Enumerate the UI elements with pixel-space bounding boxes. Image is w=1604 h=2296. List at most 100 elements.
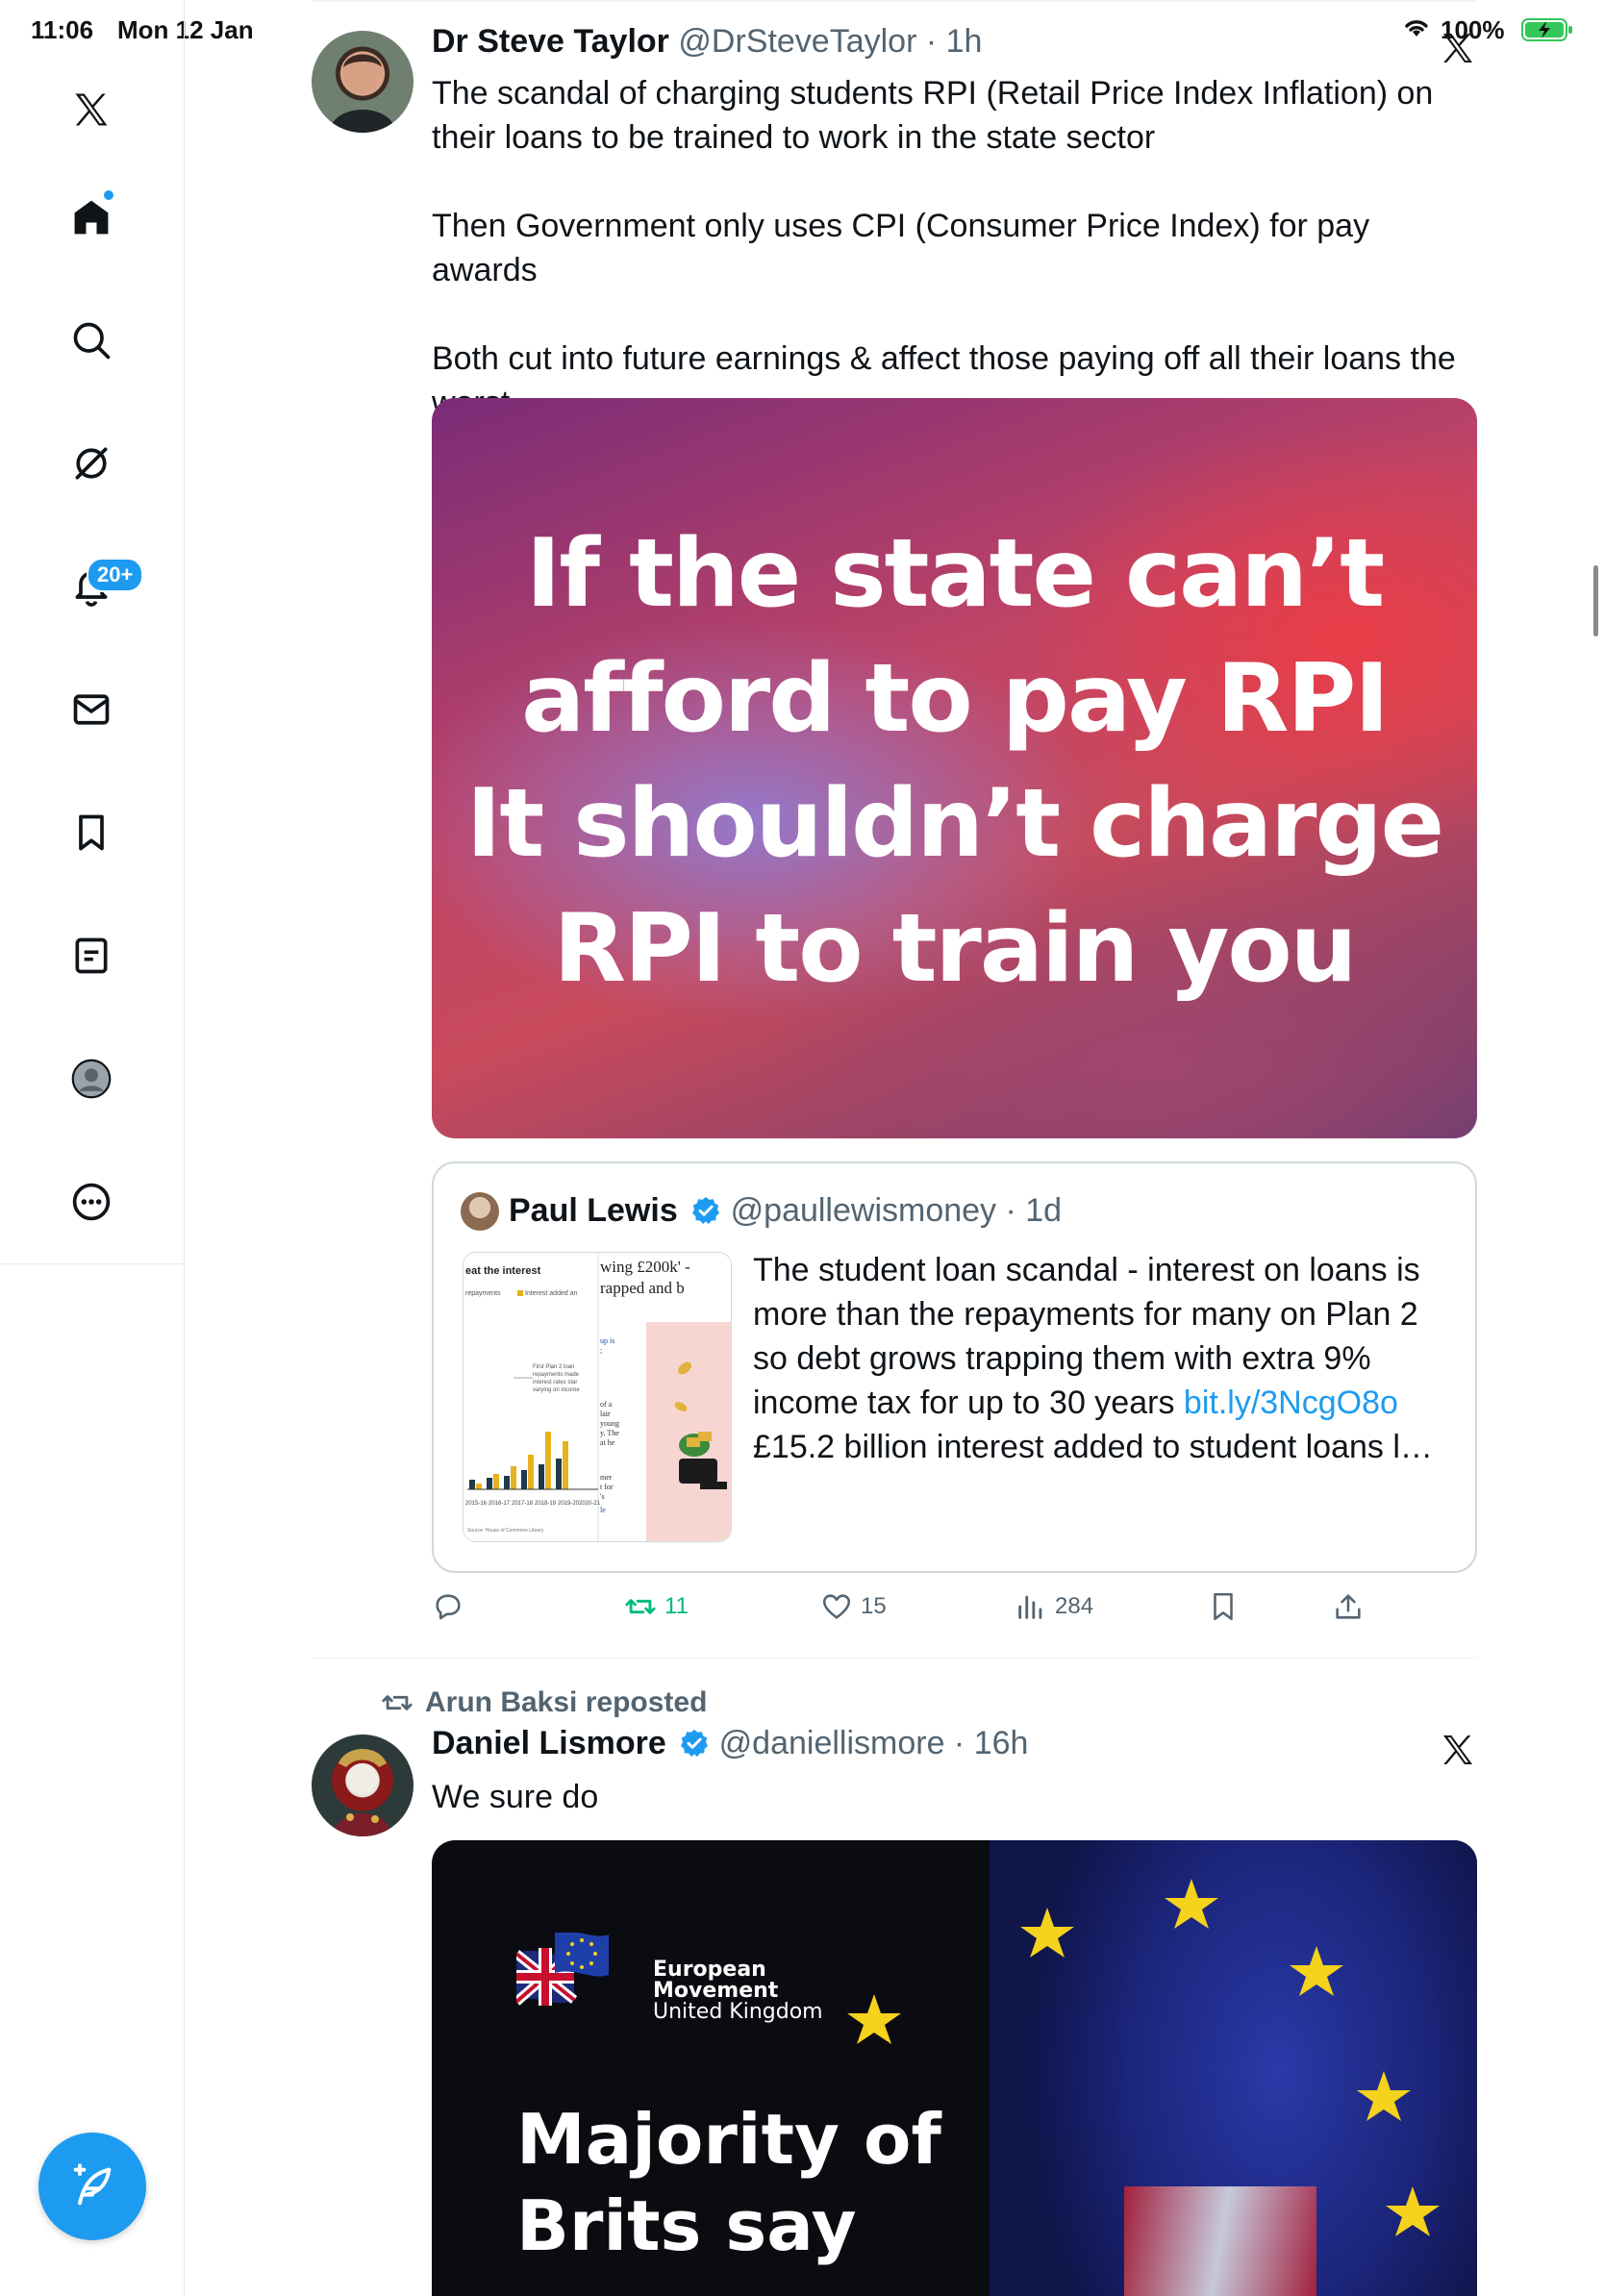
verified-badge-icon xyxy=(681,1730,709,1757)
headline-line: Brits say xyxy=(516,2185,857,2266)
quoted-text-part: £15.2 billion interest added to student … xyxy=(753,1429,1433,1465)
quoted-text: The student loan scandal - interest on l… xyxy=(753,1248,1455,1469)
bookmark-icon xyxy=(1214,1592,1233,1621)
views-icon xyxy=(1018,1595,1042,1619)
thumb-note-line: interest rates star xyxy=(533,1380,577,1385)
thumb-year-label: 2016-17 xyxy=(489,1501,511,1507)
quoted-author-name: Paul Lewis xyxy=(509,1192,678,1229)
thumb-side-text: of a xyxy=(600,1400,613,1409)
caption-line: It shouldn’t charge xyxy=(465,769,1444,879)
thumb-side-text: lair xyxy=(600,1410,611,1418)
like-count: 15 xyxy=(861,1593,887,1619)
repost-label: Arun Baksi reposted xyxy=(425,1686,708,1718)
thumb-source: Source: House of Commons Library xyxy=(467,1528,544,1534)
messages-icon[interactable] xyxy=(61,679,122,740)
image-headline: Majority of Brits say xyxy=(516,2096,1016,2269)
lists-icon[interactable] xyxy=(61,925,122,986)
repost-indicator[interactable]: Arun Baksi reposted xyxy=(381,1686,707,1719)
reply-button[interactable] xyxy=(432,1590,472,1623)
sidebar-divider xyxy=(0,1263,185,1264)
quoted-author-handle-time: @paullewismoney · 1d xyxy=(730,1192,1063,1229)
headline-line: Majority of xyxy=(516,2099,941,2180)
battery-charging-icon xyxy=(1521,18,1572,41)
tweet-header: Dr Steve Taylor @DrSteveTaylor · 1h xyxy=(432,23,982,61)
thumb-year-label: 2019-20 xyxy=(558,1501,580,1507)
european-movement-logo-icon xyxy=(516,1933,609,2006)
org-line: Movement xyxy=(653,1979,779,2003)
thumb-side-text: at he xyxy=(600,1438,615,1447)
image-caption: If the state can’t afford to pay RPI It … xyxy=(432,512,1477,1011)
thumb-year-label: 2017-18 xyxy=(512,1501,534,1507)
profile-icon[interactable] xyxy=(61,1048,122,1110)
thumb-legend-a: repayments xyxy=(465,1290,501,1297)
grok-icon[interactable] xyxy=(61,433,122,494)
thumb-note-line: varying on income xyxy=(533,1387,580,1393)
author-name[interactable]: Dr Steve Taylor xyxy=(432,23,669,60)
tweet-text: We sure do xyxy=(432,1779,599,1815)
retweet-button[interactable]: 11 xyxy=(624,1590,689,1623)
verified-badge-icon xyxy=(692,1197,720,1224)
feed-top-border xyxy=(312,0,1477,2)
tweet-paragraph: The scandal of charging students RPI (Re… xyxy=(432,75,1434,156)
scrollbar[interactable] xyxy=(1593,565,1598,636)
org-line: European xyxy=(653,1958,766,1982)
thumb-chart-title: eat the interest xyxy=(465,1265,541,1277)
compose-button[interactable] xyxy=(38,2133,146,2240)
retweet-icon xyxy=(625,1599,656,1614)
org-line: United Kingdom xyxy=(653,2000,823,2024)
tweet-actions: 11 15 284 xyxy=(432,1590,1477,1633)
views-button[interactable]: 284 xyxy=(1015,1590,1093,1623)
views-count: 284 xyxy=(1055,1593,1094,1619)
author-handle-time[interactable]: @DrSteveTaylor · 1h xyxy=(678,23,982,60)
home-new-dot xyxy=(102,188,115,202)
like-button[interactable]: 15 xyxy=(820,1590,887,1623)
thumb-side-text: 's xyxy=(600,1492,605,1501)
wifi-icon xyxy=(1405,20,1428,37)
bookmarks-icon[interactable] xyxy=(61,802,122,863)
thumb-side-text: y. The xyxy=(600,1429,619,1437)
reply-icon xyxy=(436,1594,461,1620)
thumb-side-text: up is xyxy=(600,1336,614,1345)
author-name[interactable]: Daniel Lismore xyxy=(432,1725,666,1761)
thumb-year-label: 2018-19 xyxy=(535,1501,557,1507)
tweet-separator xyxy=(312,1658,1477,1659)
share-button[interactable] xyxy=(1332,1590,1372,1623)
caption-line: RPI to train you xyxy=(553,894,1358,1004)
thumb-headline-line: wing £200k' - xyxy=(600,1258,690,1276)
compose-icon xyxy=(73,2163,112,2206)
thumb-side-text: t for xyxy=(600,1483,614,1491)
quoted-thumbnail[interactable]: eat the interest repayments Interest add… xyxy=(463,1252,732,1542)
thumb-side-text: ; xyxy=(600,1346,602,1355)
thumb-year-label: 2015-16 xyxy=(465,1501,488,1507)
quoted-link[interactable]: bit.ly/3NcgO8o xyxy=(1184,1385,1398,1421)
heart-icon xyxy=(822,1594,851,1619)
quoted-tweet[interactable]: Paul Lewis @paullewismoney · 1d eat the … xyxy=(432,1161,1477,1573)
share-icon xyxy=(1336,1594,1361,1619)
quoted-header: Paul Lewis @paullewismoney · 1d xyxy=(509,1192,1062,1230)
thumb-legend-b: Interest added an xyxy=(525,1290,578,1297)
tweet-paragraph: Then Government only uses CPI (Consumer … xyxy=(432,208,1370,288)
bookmark-button[interactable] xyxy=(1207,1590,1247,1623)
organisation-name: European Movement United Kingdom xyxy=(653,1959,823,2023)
x-logo-icon xyxy=(1443,34,1472,62)
sidebar: 20+ xyxy=(0,0,185,2296)
notifications-badge: 20+ xyxy=(87,558,144,592)
tweet-image[interactable]: European Movement United Kingdom Majorit… xyxy=(432,1840,1477,2296)
x-logo-icon[interactable] xyxy=(61,79,122,140)
more-icon[interactable] xyxy=(61,1171,122,1233)
retweet-count: 11 xyxy=(664,1593,689,1619)
thumb-side-text: le xyxy=(600,1506,606,1514)
caption-line: afford to pay RPI xyxy=(521,644,1390,754)
tweet-header: Daniel Lismore @daniellismore · 16h xyxy=(432,1725,1028,1762)
tweet-image[interactable]: If the state can’t afford to pay RPI It … xyxy=(432,398,1477,1138)
tweet-text: The scandal of charging students RPI (Re… xyxy=(432,71,1480,425)
author-avatar[interactable] xyxy=(312,31,414,133)
retweet-icon xyxy=(382,1695,413,1710)
thumb-note-line: repayments made xyxy=(533,1372,580,1378)
author-handle-time[interactable]: @daniellismore · 16h xyxy=(719,1725,1029,1761)
quoted-author-avatar xyxy=(461,1192,499,1231)
thumb-headline-line: rapped and b xyxy=(600,1279,685,1297)
search-icon[interactable] xyxy=(61,310,122,371)
author-avatar[interactable] xyxy=(312,1734,414,1836)
x-logo-icon xyxy=(1443,1735,1472,1764)
